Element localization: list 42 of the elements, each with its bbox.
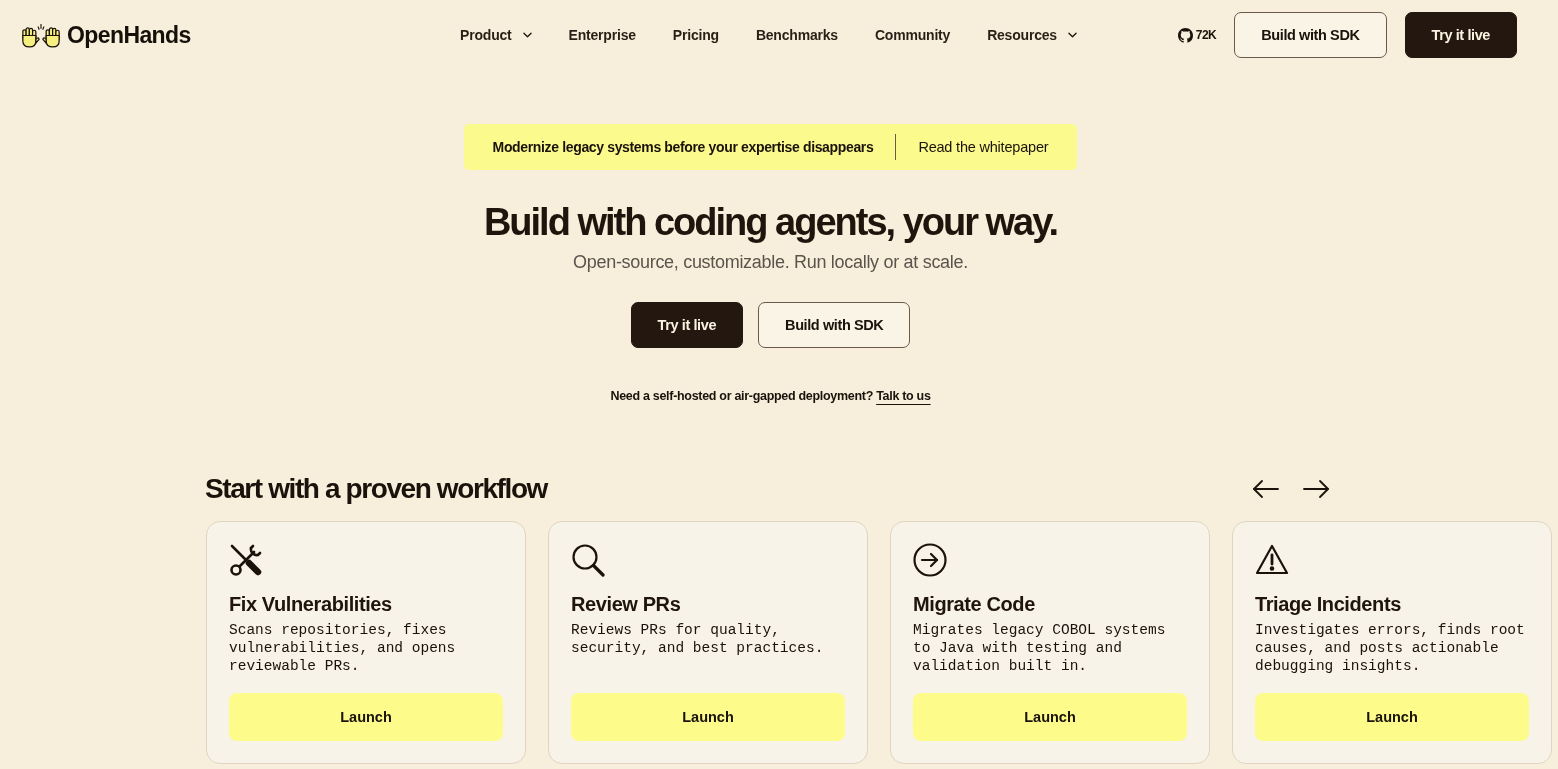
warning-icon (1255, 543, 1289, 577)
arrow-circle-icon (913, 543, 947, 577)
card-description: Investigates errors, finds root causes, and posts actionable debugging insights. (1255, 621, 1526, 675)
launch-button[interactable]: Launch (913, 693, 1187, 741)
announcement-banner[interactable]: Modernize legacy systems before your expertise disappears Read the whitepaper (463, 124, 1078, 170)
section-title: Start with a proven workflow (205, 472, 547, 506)
card-title: Review PRs (571, 592, 682, 617)
arrow-left-icon (1252, 479, 1280, 499)
logo-text[interactable]: OpenHands (67, 21, 191, 49)
launch-button[interactable]: Launch (1255, 693, 1529, 741)
arrow-right-icon (1302, 479, 1330, 499)
nav-link[interactable]: Product (460, 27, 532, 43)
search-icon (571, 543, 605, 577)
deployment-note: Need a self-hosted or air-gapped deployment? Talk to us (610, 388, 931, 405)
next-button[interactable] (1302, 479, 1330, 499)
nav-link[interactable]: Pricing (672, 27, 719, 43)
banner-text: Modernize legacy systems before your expertise disappears (492, 139, 874, 155)
github-icon (1177, 27, 1193, 43)
card-title: Migrate Code (913, 592, 1036, 617)
hero-subtitle: Open-source, customizable. Run locally or at scale. (573, 251, 968, 274)
hero-title: Build with coding agents, your way. (483, 200, 1058, 244)
sdk-button[interactable]: Build with SDK (1234, 12, 1387, 58)
github-stars-link[interactable]: 72K (1177, 27, 1217, 43)
nav-link[interactable]: Resources (987, 27, 1077, 43)
tools-icon (229, 543, 263, 577)
card-description: Migrates legacy COBOL systems to Java with testing and validation built in. (913, 621, 1167, 675)
try-live-button[interactable]: Try it live (1404, 12, 1517, 58)
launch-button[interactable]: Launch (571, 693, 845, 741)
card-title: Fix Vulnerabilities (229, 592, 393, 617)
launch-button[interactable]: Launch (229, 693, 503, 741)
card-description: Scans repositories, fixes vulnerabilities, and opens reviewable PRs. (229, 621, 457, 675)
nav-link[interactable]: Benchmarks (755, 27, 838, 43)
card-title: Triage Incidents (1255, 592, 1402, 617)
card-description: Reviews PRs for quality, security, and best practices. (571, 621, 825, 657)
nav-link[interactable]: Enterprise (568, 27, 636, 43)
raised-hands-icon (20, 22, 62, 48)
nav-link[interactable]: Community (874, 27, 951, 43)
try-live-button[interactable]: Try it live (630, 302, 744, 348)
sdk-button[interactable]: Build with SDK (758, 302, 911, 348)
previous-button[interactable] (1252, 479, 1280, 499)
talk-to-us-link[interactable]: Talk to us (876, 389, 931, 403)
whitepaper-link[interactable]: Read the whitepaper (918, 139, 1049, 155)
